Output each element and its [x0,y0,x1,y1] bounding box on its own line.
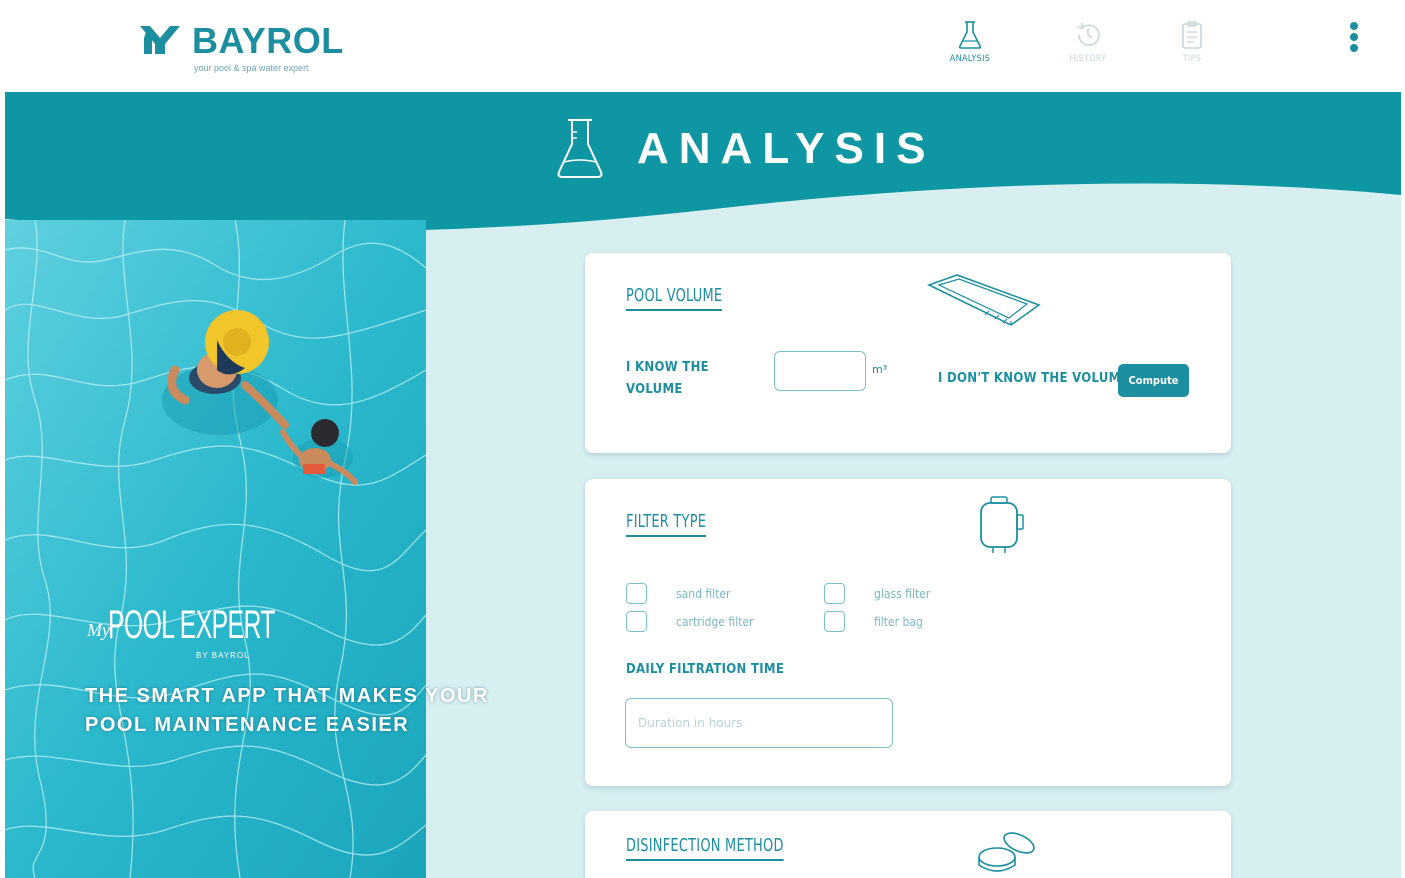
filter-bag-checkbox[interactable] [824,611,845,632]
volume-input[interactable] [774,351,866,391]
pool-water-illustration [5,220,426,878]
volume-unit: m³ [872,363,888,376]
disinfection-title: DISINFECTION METHOD [626,835,784,861]
filter-option-glass[interactable]: glass filter [824,583,930,604]
filter-type-card: FILTER TYPE sand filter glass filter car… [585,479,1231,786]
disinfection-card: DISINFECTION METHOD [585,811,1231,878]
glass-filter-checkbox[interactable] [824,583,845,604]
daily-filtration-input[interactable] [625,698,893,748]
cartridge-filter-label: cartridge filter [676,614,754,629]
promo-tagline-line1: THE SMART APP THAT MAKES YOUR [85,685,489,707]
nav-tips-label: TIPS [1182,54,1202,64]
pool-volume-title: POOL VOLUME [626,285,723,311]
promo-tagline-line2: POOL MAINTENANCE EASIER [85,714,410,736]
glass-filter-label: glass filter [874,586,931,601]
brand-name: BAYROL [192,20,344,61]
sand-filter-checkbox[interactable] [626,583,647,604]
sand-filter-label: sand filter [676,586,731,601]
know-volume-label-line1: I KNOW THE [626,360,709,375]
nav-analysis[interactable]: ANALYSIS [935,20,1005,64]
filter-option-sand[interactable]: sand filter [626,583,730,604]
cartridge-filter-checkbox[interactable] [626,611,647,632]
promo-brand-name: POOL EXPERT [108,603,275,647]
compute-button[interactable]: Compute [1118,364,1189,397]
nav-tips[interactable]: TIPS [1157,20,1227,64]
flask-icon [557,119,603,178]
promo-photo [5,220,426,878]
filter-option-bag[interactable]: filter bag [824,611,923,632]
dont-know-volume-label: I DON'T KNOW THE VOLUME [938,371,1129,386]
know-volume-label: I KNOW THE VOLUME [626,357,709,401]
daily-filtration-label: DAILY FILTRATION TIME [626,662,785,677]
pool-icon [926,274,1041,326]
bayrol-logo[interactable]: BAYROL your pool & spa water expert [138,20,378,80]
promo-brand-prefix: My [87,620,110,640]
promo-brand-by: BY BAYROL [196,651,250,660]
clipboard-icon [1182,21,1202,49]
nav-history[interactable]: HISTORY [1053,20,1123,64]
nav-history-label: HISTORY [1069,54,1107,64]
filter-bag-label: filter bag [874,614,923,629]
nav-analysis-label: ANALYSIS [949,54,991,64]
more-vertical-icon[interactable] [1344,22,1364,62]
page-title: ANALYSIS [637,124,936,173]
flask-icon [958,21,982,49]
brand-tagline: your pool & spa water expert [194,63,309,73]
know-volume-label-line2: VOLUME [626,382,683,397]
promo-tagline: THE SMART APP THAT MAKES YOUR POOL MAINT… [85,682,489,740]
filter-type-title: FILTER TYPE [626,511,707,537]
pool-volume-card: POOL VOLUME I KNOW THE VOLUME m³ I DON'T… [585,253,1231,453]
filter-option-cartridge[interactable]: cartridge filter [626,611,754,632]
bayrol-logo-mark-icon [140,26,180,54]
app-header: BAYROL your pool & spa water expert ANAL… [0,0,1405,92]
history-icon [1076,23,1100,46]
filter-icon [980,496,1024,553]
tablets-icon [978,832,1035,872]
